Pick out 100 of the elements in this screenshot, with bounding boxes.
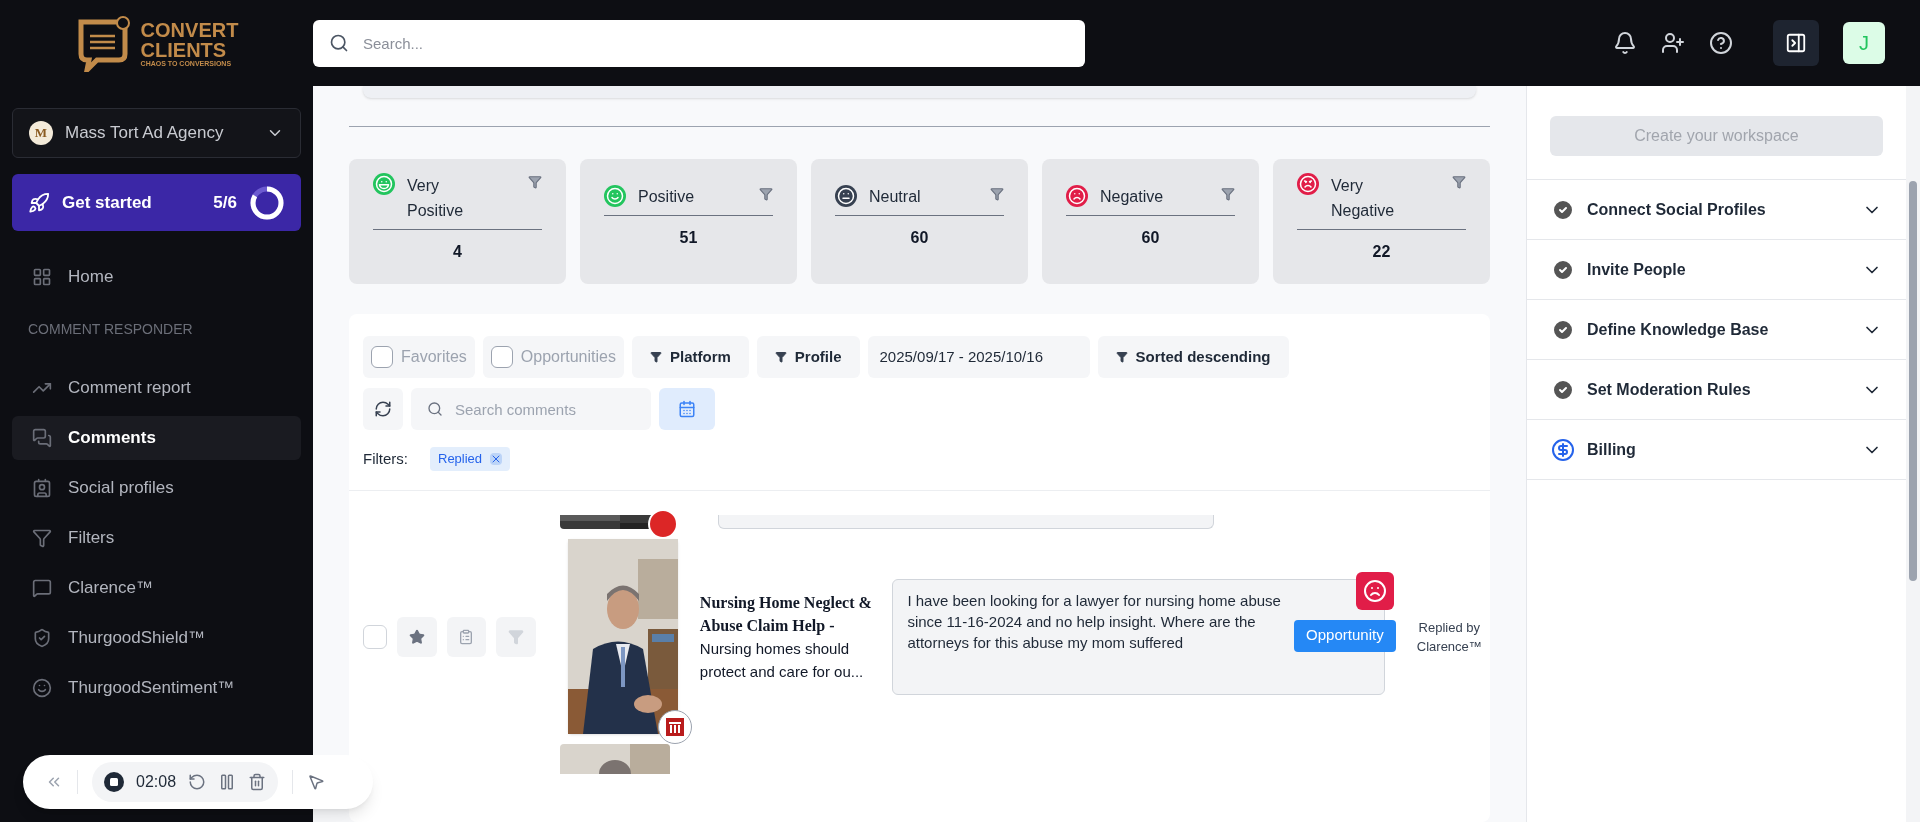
add-user-icon[interactable] <box>1661 31 1685 55</box>
setup-step-label: Billing <box>1587 439 1636 460</box>
workspace-name: Mass Tort Ad Agency <box>65 122 224 145</box>
setup-step-label: Set Moderation Rules <box>1587 379 1751 400</box>
calendar-button[interactable] <box>659 388 715 430</box>
sentiment-card[interactable]: Very Positive 4 <box>349 159 566 284</box>
setup-step[interactable]: Invite People <box>1527 240 1906 300</box>
sentiment-card[interactable]: Positive 51 <box>580 159 797 284</box>
filter-toggle-label: Opportunities <box>520 347 616 367</box>
progress-count: 5/6 <box>213 191 237 214</box>
message-icon <box>32 578 52 598</box>
setup-step[interactable]: Billing <box>1527 420 1906 480</box>
get-started-label: Get started <box>62 191 152 214</box>
section-heading: COMMENT RESPONDER <box>27 320 194 339</box>
filter-dropdown[interactable]: Platform <box>631 336 749 378</box>
nav-item[interactable]: Comment report <box>12 366 301 410</box>
nav-label: ThurgoodSentiment™ <box>68 677 235 700</box>
close-icon[interactable] <box>490 453 503 465</box>
refresh-icon <box>374 400 392 418</box>
filters-label: Filters: <box>363 448 408 469</box>
profile-icon <box>32 478 52 498</box>
date-range-field[interactable]: 2025/09/17 - 2025/10/16 <box>867 336 1090 378</box>
sentiment-card[interactable]: Very Negative 22 <box>1273 159 1490 284</box>
restart-icon[interactable] <box>188 773 207 791</box>
sentiment-label: Positive <box>638 187 695 207</box>
filter-icon[interactable] <box>990 187 1004 201</box>
sentiment-count: 60 <box>909 228 930 248</box>
nav-item[interactable]: Social profiles <box>12 466 301 510</box>
notification-icon[interactable] <box>1613 31 1637 55</box>
filter-tag-label: Replied <box>438 450 483 469</box>
sentiment-count: 60 <box>1140 228 1161 248</box>
filter-icon[interactable] <box>759 187 773 201</box>
setup-step[interactable]: Define Knowledge Base <box>1527 300 1906 360</box>
checkbox[interactable] <box>371 346 393 368</box>
refresh-button[interactable] <box>363 388 403 430</box>
brand-name: CONVERT <box>140 19 239 40</box>
nav-label: Comments <box>68 427 156 450</box>
grid-icon <box>32 267 52 287</box>
filter-icon <box>508 628 524 645</box>
trash-icon[interactable] <box>248 773 267 791</box>
smile-icon <box>32 678 52 698</box>
dropdown-label: Profile <box>794 346 842 367</box>
panel-toggle-button[interactable] <box>1773 20 1819 66</box>
nav-item[interactable]: ThurgoodSentiment™ <box>12 666 301 710</box>
nav-item[interactable]: ThurgoodShield™ <box>12 616 301 660</box>
get-started-button[interactable]: Get started 5/6 <box>12 174 301 231</box>
sentiment-count: 51 <box>678 228 699 248</box>
platform-logo-icon <box>657 710 692 744</box>
filter-icon[interactable] <box>1452 175 1466 189</box>
rocket-icon <box>28 191 50 214</box>
setup-step[interactable]: Connect Social Profiles <box>1527 180 1906 240</box>
comment-text: I have been looking for a lawyer for nursing home abuse since 11-16-2024 and no help insight. Where are the attorneys for this abuse my mom suffered <box>907 590 1282 653</box>
sentiment-label: Negative <box>1100 187 1164 207</box>
nav-label: Filters <box>68 527 115 550</box>
filter-toggle-label: Favorites <box>401 347 467 367</box>
filter-icon <box>649 351 662 363</box>
workspace-logo: M <box>29 121 53 145</box>
side-panel-icon <box>1785 32 1807 54</box>
setup-step[interactable]: Set Moderation Rules <box>1527 360 1906 420</box>
brand-name: CLIENTS <box>140 39 228 60</box>
search-field[interactable]: Search... <box>313 19 1085 67</box>
setup-step-label: Define Knowledge Base <box>1587 319 1769 340</box>
pointer-icon[interactable] <box>307 773 326 791</box>
post-excerpt: Nursing homes should protect and care for ou... <box>699 638 865 682</box>
billing-icon <box>1551 437 1575 462</box>
sentiment-label: Very Negative <box>1331 176 1396 221</box>
star-icon <box>408 628 425 645</box>
help-icon[interactable] <box>1709 31 1733 55</box>
checkbox[interactable] <box>363 624 387 649</box>
filter-tag[interactable]: Replied <box>430 447 511 471</box>
filter-dropdown[interactable]: Sorted descending <box>1097 336 1289 378</box>
sentiment-card[interactable]: Neutral 60 <box>811 159 1028 284</box>
sentiment-card[interactable]: Negative 60 <box>1042 159 1259 284</box>
filter-icon[interactable] <box>528 175 542 189</box>
stop-icon[interactable] <box>104 772 124 792</box>
sentiment-label: Neutral <box>869 187 921 207</box>
notes-button[interactable] <box>446 616 487 657</box>
filter-dropdown[interactable]: Profile <box>756 336 860 378</box>
nav-item[interactable]: Clarence™ <box>12 566 301 610</box>
search-icon <box>329 32 349 53</box>
nav-item[interactable]: Filters <box>12 516 301 560</box>
nav-label: Home <box>68 266 114 289</box>
filter-icon <box>774 351 787 363</box>
reply-status: Replied by Clarence™ <box>1415 618 1483 656</box>
nav-label: Social profiles <box>68 477 174 500</box>
calendar-icon <box>678 400 696 418</box>
nav-item[interactable]: Comments <box>12 416 301 460</box>
workspace-dropdown[interactable]: M Mass Tort Ad Agency <box>12 108 301 158</box>
nav-label: Clarence™ <box>68 577 154 600</box>
opportunity-badge: Opportunity <box>1294 619 1396 652</box>
filter-icon[interactable] <box>1221 187 1235 201</box>
checkbox[interactable] <box>490 346 513 368</box>
favorite-button[interactable] <box>396 616 437 657</box>
nav-label: Comment report <box>68 377 191 400</box>
comment-search-field[interactable]: Search comments <box>411 388 651 430</box>
nav-item[interactable]: Home <box>12 255 301 299</box>
post-title: Nursing Home Neglect & Abuse Claim Help - <box>699 592 873 637</box>
chat-icon <box>32 428 52 448</box>
nav-label: ThurgoodShield™ <box>68 627 206 650</box>
shield-icon <box>32 628 52 648</box>
